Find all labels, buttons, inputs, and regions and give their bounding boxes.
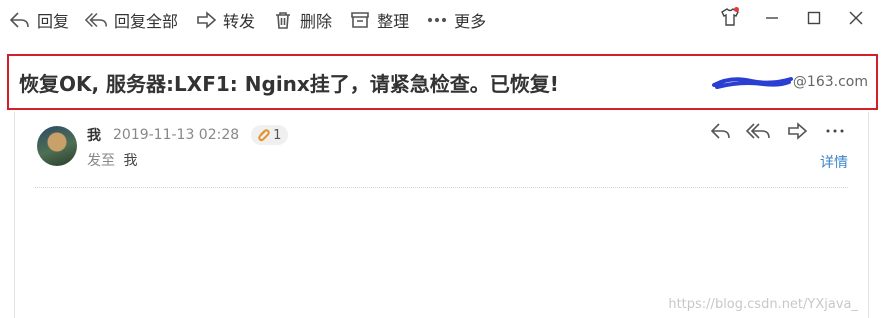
reply-icon [710, 122, 732, 144]
subject-highlight: 恢复OK, 服务器:LXF1: Nginx挂了，请紧急检查。已恢复! @163.… [7, 54, 878, 110]
details-link[interactable]: 详情 [820, 152, 848, 172]
email-subject: 恢复OK, 服务器:LXF1: Nginx挂了，请紧急检查。已恢复! [19, 71, 559, 96]
sender-address[interactable]: @163.com [711, 73, 868, 91]
header-divider [35, 187, 848, 188]
reply-icon [8, 8, 32, 32]
attachment-badge[interactable]: 1 [251, 125, 289, 145]
trash-icon [271, 8, 295, 32]
message-actions [702, 122, 854, 144]
forward-button[interactable]: 转发 [186, 5, 263, 35]
reply-all-icon [85, 8, 109, 32]
recipient-name[interactable]: 我 [123, 153, 137, 169]
close-button[interactable] [835, 4, 877, 34]
more-dots-icon [425, 8, 449, 32]
organize-label: 整理 [377, 12, 410, 31]
reply-all-label: 回复全部 [114, 12, 179, 31]
archive-icon [348, 8, 372, 32]
minimize-button[interactable] [751, 4, 793, 34]
message-date: 2019-11-13 02:28 [113, 127, 240, 143]
attachment-count: 1 [273, 127, 282, 143]
forward-icon [786, 122, 808, 144]
message-more-button[interactable] [816, 122, 854, 144]
message-meta: 我 2019-11-13 02:28 1 [87, 124, 289, 146]
message-forward-button[interactable] [778, 122, 816, 144]
mail-window: 回复 回复全部 转发 删除 整理 更多 恢复OK, 服务器:LXF1: Ngin… [0, 0, 883, 318]
forward-icon [194, 8, 218, 32]
watermark: https://blog.csdn.net/YXjava_ [668, 297, 858, 312]
sender-name[interactable]: 我 [87, 125, 101, 145]
notification-dot [734, 7, 739, 12]
forward-label: 转发 [223, 12, 256, 31]
sender-address-suffix: @163.com [792, 74, 868, 90]
to-prefix: 发至 [87, 153, 115, 169]
redaction-scribble [711, 73, 793, 91]
reply-all-button[interactable]: 回复全部 [77, 5, 186, 35]
paperclip-icon [258, 129, 270, 142]
maximize-icon [807, 10, 821, 29]
avatar[interactable] [37, 126, 77, 166]
reply-all-icon [745, 122, 772, 144]
close-icon [849, 10, 863, 29]
message-reply-all-button[interactable] [740, 122, 778, 144]
window-controls [709, 4, 877, 34]
mail-toolbar: 回复 回复全部 转发 删除 整理 更多 [0, 0, 883, 40]
delete-label: 删除 [300, 12, 333, 31]
message-reply-button[interactable] [702, 122, 740, 144]
more-dots-icon [824, 122, 846, 144]
delete-button[interactable]: 删除 [263, 5, 340, 35]
more-label: 更多 [454, 12, 487, 31]
skin-button[interactable] [709, 4, 751, 34]
message-card: 我 2019-11-13 02:28 1 发至 我 详情 https://blo… [14, 112, 869, 318]
recipient-line: 发至 我 [87, 150, 137, 170]
reply-button[interactable]: 回复 [0, 5, 77, 35]
minimize-icon [765, 10, 779, 29]
more-button[interactable]: 更多 [417, 5, 494, 35]
reply-label: 回复 [37, 12, 70, 31]
organize-button[interactable]: 整理 [340, 5, 417, 35]
maximize-button[interactable] [793, 4, 835, 34]
